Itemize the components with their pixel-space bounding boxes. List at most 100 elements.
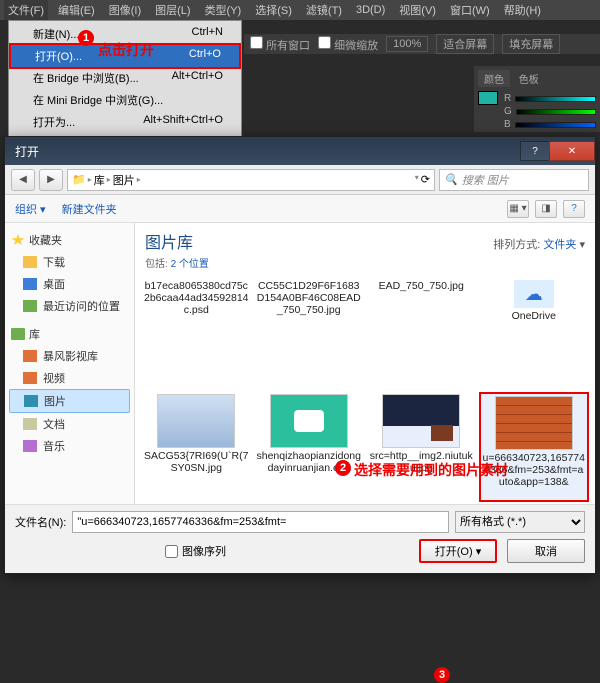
nav-back-icon[interactable]: ◀: [11, 169, 35, 191]
sidebar-item-stormvideo[interactable]: 暴风影视库: [9, 345, 130, 367]
video-icon: [23, 372, 37, 384]
channel-b-label: B: [504, 119, 511, 130]
menu-window[interactable]: 窗口(W): [446, 0, 494, 20]
document-icon: [23, 418, 37, 430]
menu-item-open-as[interactable]: 打开为...Alt+Shift+Ctrl+O: [9, 111, 241, 133]
tab-swatches[interactable]: 色板: [513, 70, 545, 87]
dialog-nav: ◀ ▶ 📁▸ 库▸ 图片▸ ▾⟳ 🔍 搜索 图片: [5, 165, 595, 195]
file-item[interactable]: CC55C1D29F6F1683D154A0BF46C08EAD_750_750…: [254, 278, 365, 388]
thumbnail: [382, 394, 460, 448]
menu-view[interactable]: 视图(V): [395, 0, 440, 20]
video-icon: [23, 350, 37, 362]
crumb-lib[interactable]: 库: [94, 172, 105, 188]
sidebar-item-recent[interactable]: 最近访问的位置: [9, 295, 130, 317]
menu-item-browse-minibridge[interactable]: 在 Mini Bridge 中浏览(G)...: [9, 89, 241, 111]
menu-select[interactable]: 选择(S): [251, 0, 296, 20]
crumb-pictures[interactable]: 图片: [113, 172, 135, 188]
cancel-button[interactable]: 取消: [507, 539, 585, 563]
thumbnail: [495, 396, 573, 450]
annotation-badge-1: 1: [78, 30, 94, 46]
star-icon: [11, 234, 25, 246]
cloud-icon: ☁: [514, 280, 554, 308]
file-item-selected[interactable]: u=666340723,1657746336&fm=253&fmt=auto&a…: [479, 392, 590, 502]
file-item[interactable]: SACG53{7RI69(U`R(7SY0SN.jpg: [141, 392, 252, 502]
toolbar-new-folder[interactable]: 新建文件夹: [62, 201, 117, 217]
sidebar-favorites[interactable]: 收藏夹: [9, 229, 130, 251]
library-locations-link[interactable]: 2 个位置: [171, 259, 209, 270]
slider-b[interactable]: [515, 122, 596, 128]
ps-options-bar: 所有窗口 细微缩放 100% 适合屏幕 填充屏幕: [244, 34, 600, 54]
sidebar-item-pictures[interactable]: 图片: [9, 389, 130, 413]
open-file-dialog: 打开 ? ✕ ◀ ▶ 📁▸ 库▸ 图片▸ ▾⟳ 🔍 搜索 图片 组织 ▾ 新建文…: [4, 136, 596, 574]
window-close-icon[interactable]: ✕: [549, 141, 595, 161]
thumbnail: [270, 394, 348, 448]
dialog-title: 打开: [15, 143, 39, 160]
opt-fit-screen[interactable]: 适合屏幕: [436, 34, 494, 54]
sidebar-libraries[interactable]: 库: [9, 323, 130, 345]
nav-fwd-icon[interactable]: ▶: [39, 169, 63, 191]
library-title: 图片库: [145, 229, 193, 253]
filetype-select[interactable]: 所有格式 (*.*): [455, 511, 585, 533]
sidebar-item-documents[interactable]: 文档: [9, 413, 130, 435]
opt-fill-screen[interactable]: 填充屏幕: [502, 34, 560, 54]
help-icon[interactable]: ?: [563, 200, 585, 218]
annotation-badge-3: 3: [434, 667, 450, 683]
toolbar-organize[interactable]: 组织 ▾: [15, 201, 46, 217]
menu-image[interactable]: 图像(I): [105, 0, 145, 20]
sort-control[interactable]: 排列方式: 文件夹 ▾: [493, 236, 585, 252]
library-subtitle: 包括: 2 个位置: [135, 255, 595, 274]
annotation-text-1: 点击打开: [98, 40, 154, 60]
image-sequence-checkbox[interactable]: 图像序列: [165, 543, 226, 559]
dialog-toolbar: 组织 ▾ 新建文件夹 ▦ ▾ ◨ ?: [5, 195, 595, 223]
sidebar-item-videos[interactable]: 视频: [9, 367, 130, 389]
menu-3d[interactable]: 3D(D): [352, 2, 389, 18]
preview-pane-icon[interactable]: ◨: [535, 200, 557, 218]
desktop-icon: [23, 278, 37, 290]
dialog-sidebar: 收藏夹 下载 桌面 最近访问的位置 库 暴风影视库 视频 图片 文档 音乐: [5, 223, 135, 504]
slider-r[interactable]: [515, 96, 596, 102]
filename-label: 文件名(N):: [15, 514, 66, 530]
foreground-swatch[interactable]: [478, 91, 498, 105]
dialog-bottom: 文件名(N): 所有格式 (*.*) 图像序列 打开(O) ▾ 取消: [5, 504, 595, 573]
tab-color[interactable]: 颜色: [478, 70, 510, 87]
folder-icon: 📁: [72, 173, 86, 186]
music-icon: [23, 440, 37, 452]
menu-help[interactable]: 帮助(H): [500, 0, 545, 20]
menu-edit[interactable]: 编辑(E): [54, 0, 99, 20]
view-mode-icon[interactable]: ▦ ▾: [507, 200, 529, 218]
ps-menubar[interactable]: 文件(F) 编辑(E) 图像(I) 图层(L) 类型(Y) 选择(S) 滤镜(T…: [0, 0, 600, 20]
opt-scrubzoom[interactable]: 细微缩放: [318, 36, 378, 53]
file-item-onedrive[interactable]: ☁OneDrive: [479, 278, 590, 388]
menu-type[interactable]: 类型(Y): [201, 0, 246, 20]
window-help-icon[interactable]: ?: [520, 141, 550, 161]
breadcrumb[interactable]: 📁▸ 库▸ 图片▸ ▾⟳: [67, 169, 435, 191]
folder-icon: [23, 256, 37, 268]
opt-arrange[interactable]: 所有窗口: [250, 36, 310, 53]
sidebar-item-downloads[interactable]: 下载: [9, 251, 130, 273]
sidebar-item-music[interactable]: 音乐: [9, 435, 130, 457]
menu-file[interactable]: 文件(F): [4, 0, 48, 20]
refresh-icon[interactable]: ⟳: [421, 173, 430, 186]
menu-filter[interactable]: 滤镜(T): [302, 0, 346, 20]
search-input[interactable]: 🔍 搜索 图片: [439, 169, 589, 191]
open-button[interactable]: 打开(O) ▾: [419, 539, 497, 563]
filename-input[interactable]: [72, 511, 449, 533]
annotation-badge-2: 2: [335, 460, 351, 476]
channel-r-label: R: [504, 93, 511, 104]
picture-icon: [24, 395, 38, 407]
opt-zoom-pct[interactable]: 100%: [386, 36, 428, 52]
search-placeholder: 搜索 图片: [462, 172, 509, 188]
file-item[interactable]: src=http__img2.niutuku.jpg: [366, 392, 477, 502]
menu-item-browse-bridge[interactable]: 在 Bridge 中浏览(B)...Alt+Ctrl+O: [9, 67, 241, 89]
file-item[interactable]: EAD_750_750.jpg: [366, 278, 477, 388]
recent-icon: [23, 300, 37, 312]
search-icon: 🔍: [444, 173, 458, 186]
sidebar-item-desktop[interactable]: 桌面: [9, 273, 130, 295]
file-item[interactable]: b17eca8065380cd75c2b6caa44ad34592814c.ps…: [141, 278, 252, 388]
ps-color-panel: 颜色 色板 R G B: [474, 66, 600, 132]
thumbnail: [157, 394, 235, 448]
menu-layer[interactable]: 图层(L): [151, 0, 194, 20]
file-item[interactable]: shenqizhaopianzidongdayinruanjian.exe: [254, 392, 365, 502]
slider-g[interactable]: [516, 109, 596, 115]
channel-g-label: G: [504, 106, 512, 117]
